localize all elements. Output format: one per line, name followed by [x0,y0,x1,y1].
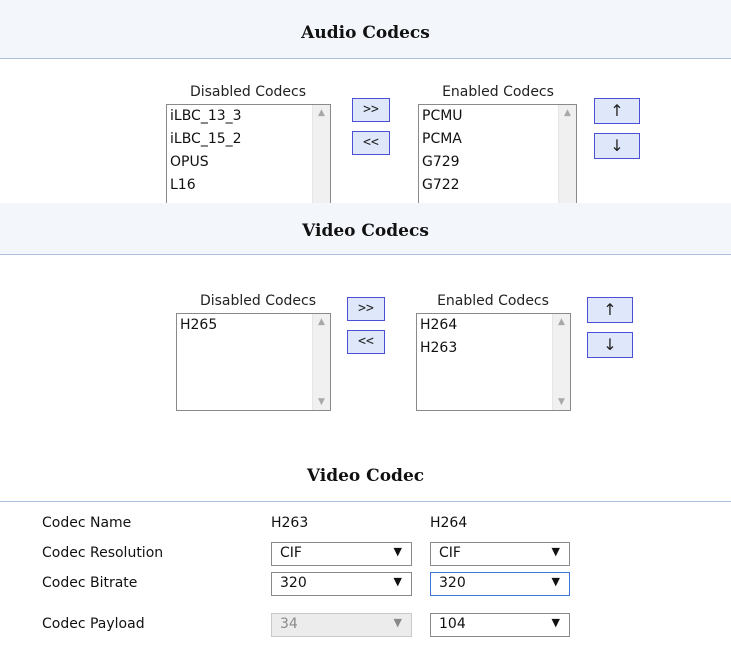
audio-move-up-button[interactable]: ↑ [594,98,640,124]
select-value: CIF [439,545,461,561]
dropdown-arrow-icon: ▼ [551,616,560,629]
h263-bitrate-select[interactable]: 320 ▼ [271,572,412,596]
list-item[interactable]: iLBC_15_2 [167,128,330,151]
list-item[interactable]: H263 [417,337,570,360]
scrollbar[interactable]: ▲ ▼ [552,314,570,410]
select-value: CIF [280,545,302,561]
list-item[interactable]: iLBC_13_3 [167,105,330,128]
scrollbar[interactable]: ▲ ▼ [312,314,330,410]
codec-name-label: Codec Name [42,515,132,531]
audio-enabled-codecs-label: Enabled Codecs [442,84,554,100]
scroll-down-icon[interactable]: ▼ [553,397,570,407]
audio-disabled-codecs-label: Disabled Codecs [189,84,307,100]
list-item[interactable]: G729 [419,151,576,174]
dropdown-arrow-icon: ▼ [551,545,560,558]
video-codec-title: Video Codec [306,466,425,486]
audio-enable-codec-button[interactable]: >> [352,98,390,122]
video-enabled-codecs-list[interactable]: H264 H263 ▲ ▼ [416,313,571,411]
video-enable-codec-button[interactable]: >> [347,297,385,321]
scroll-up-icon[interactable]: ▲ [313,108,330,118]
h263-payload-select: 34 ▼ [271,613,412,637]
list-item[interactable]: G722 [419,174,576,197]
audio-codecs-divider [0,58,731,59]
h264-bitrate-select[interactable]: 320 ▼ [430,572,570,596]
select-value: 104 [439,616,466,632]
dropdown-arrow-icon: ▼ [393,575,402,588]
list-item[interactable]: H264 [417,314,570,337]
codec-resolution-label: Codec Resolution [42,545,164,561]
scrollbar[interactable]: ▲ [558,105,576,203]
h263-resolution-select[interactable]: CIF ▼ [271,542,412,566]
scroll-up-icon[interactable]: ▲ [553,317,570,327]
codec-bitrate-label: Codec Bitrate [42,575,138,591]
dropdown-arrow-icon: ▼ [393,545,402,558]
video-move-down-button[interactable]: ↓ [587,332,633,358]
h264-resolution-select[interactable]: CIF ▼ [430,542,570,566]
audio-codecs-title: Audio Codecs [301,23,430,43]
select-value: 34 [280,616,298,632]
scroll-down-icon[interactable]: ▼ [313,397,330,407]
video-codecs-title: Video Codecs [302,221,429,241]
audio-enabled-codecs-list[interactable]: PCMU PCMA G729 G722 ▲ [418,104,577,203]
audio-disable-codec-button[interactable]: << [352,131,390,155]
dropdown-arrow-icon: ▼ [551,575,560,588]
scroll-up-icon[interactable]: ▲ [313,317,330,327]
video-disable-codec-button[interactable]: << [347,330,385,354]
video-enabled-codecs-label: Enabled Codecs [437,293,549,309]
select-value: 320 [439,575,466,591]
video-codec-divider [0,501,731,502]
video-disabled-codecs-list[interactable]: H265 ▲ ▼ [176,313,331,411]
scroll-up-icon[interactable]: ▲ [559,108,576,118]
audio-disabled-codecs-list[interactable]: iLBC_13_3 iLBC_15_2 OPUS L16 ▲ [166,104,331,203]
list-item[interactable]: L16 [167,174,330,197]
video-codecs-divider [0,254,731,255]
scrollbar[interactable]: ▲ [312,105,330,203]
list-item[interactable]: OPUS [167,151,330,174]
audio-move-down-button[interactable]: ↓ [594,133,640,159]
select-value: 320 [280,575,307,591]
codec-name-h263: H263 [271,515,309,531]
dropdown-arrow-icon: ▼ [393,616,402,629]
codec-payload-label: Codec Payload [42,616,145,632]
codec-name-h264: H264 [430,515,468,531]
video-disabled-codecs-label: Disabled Codecs [199,293,317,309]
list-item[interactable]: PCMU [419,105,576,128]
video-move-up-button[interactable]: ↑ [587,297,633,323]
h264-payload-select[interactable]: 104 ▼ [430,613,570,637]
list-item[interactable]: PCMA [419,128,576,151]
list-item[interactable]: H265 [177,314,330,337]
